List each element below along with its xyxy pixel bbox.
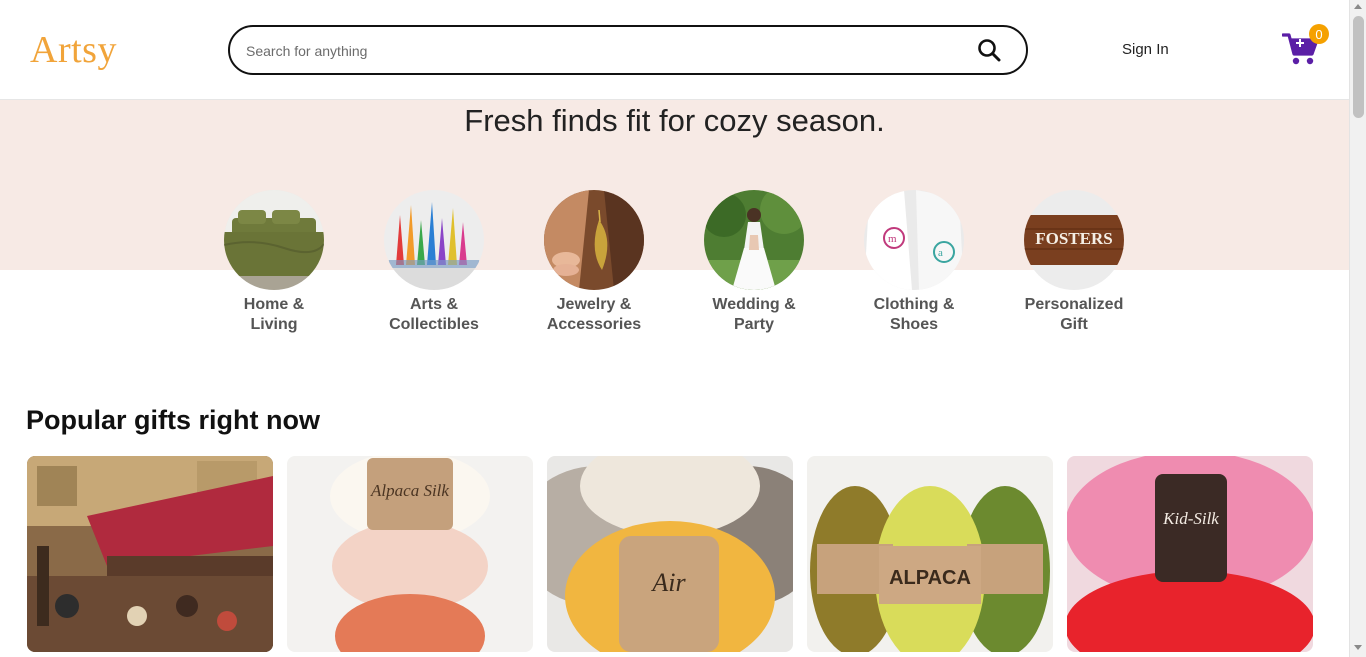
category-label: Jewelry & Accessories: [546, 296, 642, 333]
product-card-kid-silk-yarn[interactable]: Kid-Silk: [1067, 456, 1313, 652]
sign-in-link[interactable]: Sign In: [1122, 41, 1169, 58]
search-button[interactable]: [974, 35, 1004, 65]
product-card-alpaca-yarn[interactable]: ALPACA: [807, 456, 1053, 652]
svg-text:Kid-Silk: Kid-Silk: [1162, 509, 1219, 528]
product-card-cafe-painting[interactable]: [27, 456, 273, 652]
wood-sign-photo-icon: FOSTERS: [1024, 190, 1124, 290]
product-card-alpaca-silk-yarn[interactable]: Alpaca Silk: [287, 456, 533, 652]
svg-text:m: m: [888, 233, 897, 245]
earring-photo-icon: [544, 190, 644, 290]
painting-photo-icon: [384, 190, 484, 290]
site-header: Artsy Sign In 0: [0, 0, 1349, 100]
category-label: Wedding & Party: [712, 296, 796, 333]
cafe-painting-photo-icon: [27, 456, 273, 652]
svg-text:a: a: [938, 247, 943, 259]
svg-text:FOSTERS: FOSTERS: [1035, 229, 1112, 248]
category-label: Clothing & Shoes: [873, 296, 955, 333]
site-logo[interactable]: Artsy: [30, 28, 117, 72]
product-card-air-yarn[interactable]: Air: [547, 456, 793, 652]
air-yarn-photo-icon: Air: [547, 456, 793, 652]
bride-photo-icon: [704, 190, 804, 290]
category-label: Home & Living: [243, 296, 305, 333]
category-wedding-party[interactable]: Wedding & Party: [684, 190, 824, 335]
hero-title: Fresh finds fit for cozy season.: [464, 103, 885, 138]
search-bar[interactable]: [228, 25, 1028, 75]
category-personalized-gift[interactable]: FOSTERS Personalized Gift: [1004, 190, 1144, 335]
bedroom-photo-icon: [224, 190, 324, 290]
embroidered-shirt-photo-icon: m a: [864, 190, 964, 290]
category-label: Arts & Collectibles: [389, 296, 479, 333]
category-arts-collectibles[interactable]: Arts & Collectibles: [364, 190, 504, 335]
svg-text:Air: Air: [650, 568, 686, 597]
alpaca-silk-yarn-photo-icon: Alpaca Silk: [287, 456, 533, 652]
category-jewelry-accessories[interactable]: Jewelry & Accessories: [524, 190, 664, 335]
category-clothing-shoes[interactable]: m a Clothing & Shoes: [844, 190, 984, 335]
scroll-thumb[interactable]: [1353, 16, 1364, 118]
category-home-living[interactable]: Home & Living: [204, 190, 344, 335]
scroll-down-arrow-icon[interactable]: [1354, 645, 1362, 650]
cart-count-badge: 0: [1309, 24, 1329, 44]
category-label: Personalized Gift: [1024, 296, 1124, 333]
kid-silk-yarn-photo-icon: Kid-Silk: [1067, 456, 1313, 652]
svg-text:Alpaca Silk: Alpaca Silk: [370, 481, 449, 500]
popular-section-title: Popular gifts right now: [26, 405, 320, 435]
scroll-up-arrow-icon[interactable]: [1354, 4, 1362, 9]
alpaca-yarn-photo-icon: ALPACA: [807, 456, 1053, 652]
search-icon: [978, 39, 1001, 62]
page-scrollbar[interactable]: [1349, 0, 1366, 657]
svg-text:ALPACA: ALPACA: [889, 567, 971, 589]
search-input[interactable]: [246, 39, 946, 63]
